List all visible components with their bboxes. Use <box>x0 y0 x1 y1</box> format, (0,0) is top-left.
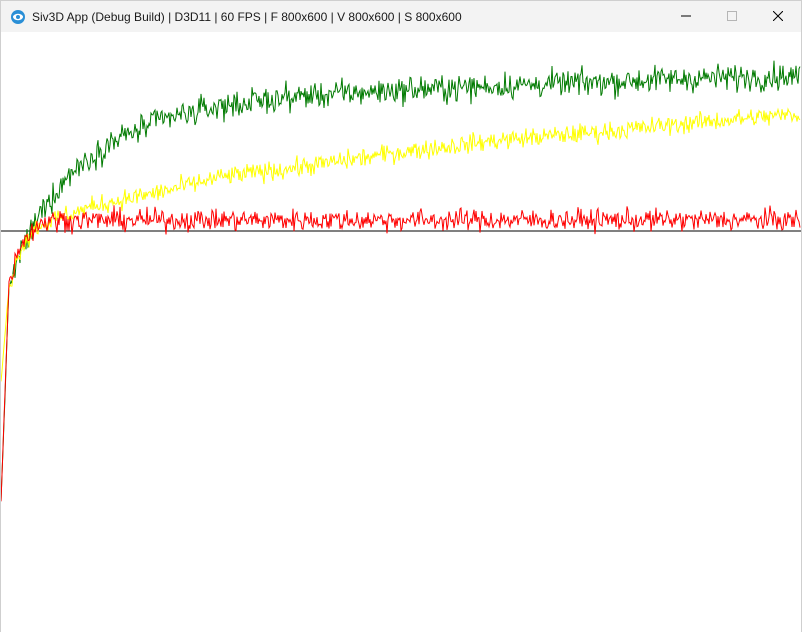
maximize-button[interactable] <box>709 1 755 32</box>
window-controls <box>663 1 801 32</box>
series-line-2 <box>1 107 801 382</box>
series-line-3 <box>1 205 801 502</box>
maximize-icon <box>727 8 737 26</box>
signal-plot <box>1 60 801 502</box>
close-icon <box>772 8 784 26</box>
render-canvas[interactable] <box>1 32 801 632</box>
close-button[interactable] <box>755 1 801 32</box>
title-bar[interactable]: Siv3D App (Debug Build) | D3D11 | 60 FPS… <box>1 1 801 32</box>
series-layer <box>1 60 801 502</box>
window-title: Siv3D App (Debug Build) | D3D11 | 60 FPS… <box>32 9 462 24</box>
app-window: Siv3D App (Debug Build) | D3D11 | 60 FPS… <box>0 0 802 632</box>
minimize-button[interactable] <box>663 1 709 32</box>
siv3d-logo-icon <box>10 9 26 25</box>
minimize-icon <box>681 8 691 26</box>
